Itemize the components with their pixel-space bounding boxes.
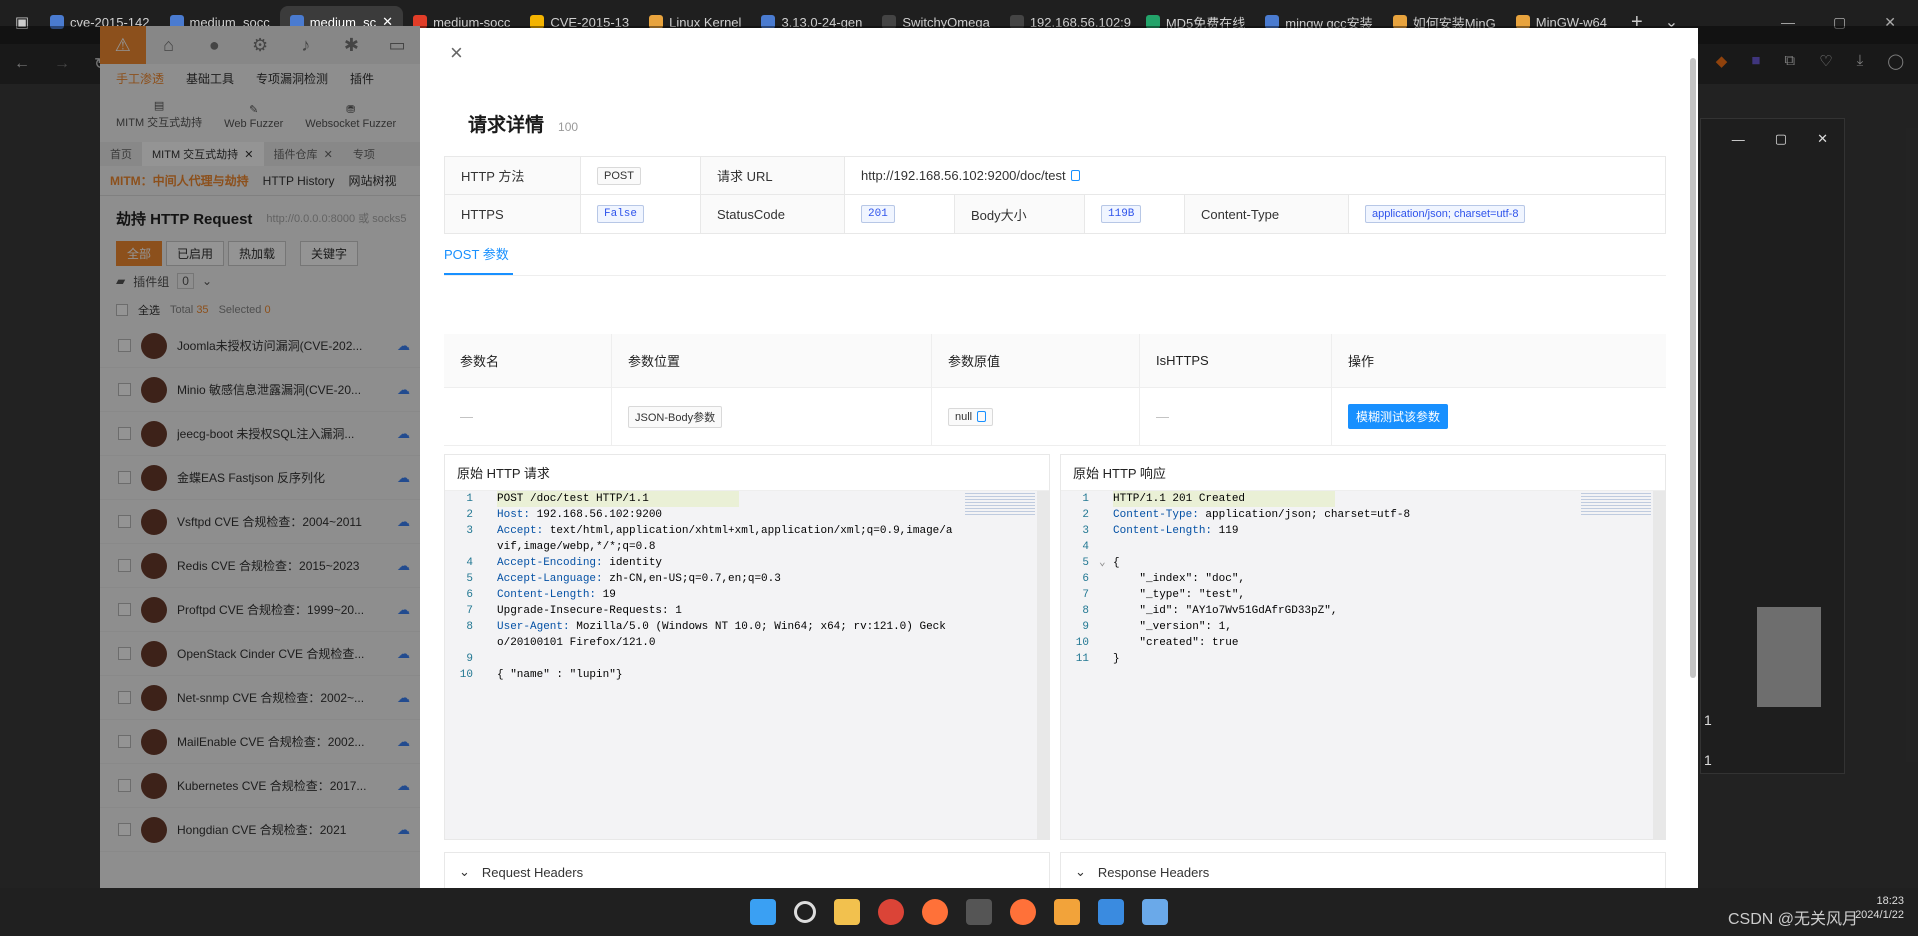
code-line: 9 "_version": 1, <box>1082 621 1232 633</box>
code-line: 8 "_id": "AY1o7Wv51GdAfrGD33pZ", <box>1082 605 1338 617</box>
params-header: 参数名 参数位置 参数原值 IsHTTPS 操作 <box>444 334 1666 388</box>
label-url: 请求 URL <box>701 157 845 194</box>
raw-request-title: 原始 HTTP 请求 <box>445 455 1049 491</box>
label-body-size: Body大小 <box>955 195 1085 233</box>
raw-response-panel: 原始 HTTP 响应 1 HTTP/1.1 201 Created 2 Content… <box>1060 454 1666 840</box>
code-line: 7 Upgrade-Insecure-Requests: 1 <box>466 605 682 617</box>
param-is-https: — <box>1156 409 1169 424</box>
content-type-tag: application/json; charset=utf-8 <box>1365 205 1526 223</box>
remote-desktop-icon[interactable] <box>1142 899 1168 925</box>
chevron-down-icon: ⌄ <box>459 864 470 879</box>
watermark: CSDN @无关风月 <box>1727 911 1858 928</box>
code-line: 5 Accept-Language: zh-CN,en-US;q=0.7,en;q… <box>466 573 781 585</box>
param-name: — <box>460 409 473 424</box>
yakit-icon[interactable] <box>1054 899 1080 925</box>
background-value: 1 <box>1704 752 1712 768</box>
request-id: 100 <box>558 120 579 134</box>
windows-start-icon[interactable] <box>750 899 776 925</box>
params-row: — JSON-Body参数 null — 模糊测试该参数 <box>444 388 1666 446</box>
code-line: 4 Accept-Encoding: identity <box>466 557 663 569</box>
maximize-icon[interactable]: ▢ <box>1775 131 1787 147</box>
label-method: HTTP 方法 <box>445 157 581 194</box>
label-content-type: Content-Type <box>1185 195 1349 233</box>
raw-response-title: 原始 HTTP 响应 <box>1061 455 1665 491</box>
tab-post-params[interactable]: POST 参数 <box>444 244 513 275</box>
modal-scrollbar[interactable] <box>1690 58 1696 678</box>
code-line: 11} <box>1075 653 1120 665</box>
status-tag: 201 <box>861 205 895 223</box>
method-tag: POST <box>597 166 641 185</box>
close-icon[interactable]: × <box>450 40 463 66</box>
code-line: 2 Host: 192.168.56.102:9200 <box>466 509 663 521</box>
code-line: 6 "_index": "doc", <box>1082 573 1246 585</box>
code-line: 2 Content-Type: application/json; charset… <box>1082 509 1411 521</box>
https-tag: False <box>597 205 645 223</box>
minimize-icon[interactable]: — <box>1732 132 1745 147</box>
code-line: 4 <box>1082 541 1089 553</box>
chevron-down-icon: ⌄ <box>1075 864 1086 879</box>
param-position-tag: JSON-Body参数 <box>628 405 723 428</box>
modal-title: 请求详情 100 <box>468 110 578 137</box>
params-tabs: POST 参数 <box>444 238 1666 276</box>
request-url: http://192.168.56.102:9200/doc/test <box>861 168 1066 183</box>
file-explorer-icon[interactable] <box>834 899 860 925</box>
code-line: 7 "_type": "test", <box>1082 589 1246 601</box>
raw-response-editor[interactable]: 1 HTTP/1.1 201 Created 2 Content-Type: appl… <box>1061 491 1665 839</box>
editor-scrollbar[interactable] <box>1653 491 1665 839</box>
request-info-table: HTTP 方法 POST 请求 URL http://192.168.56.10… <box>444 156 1666 234</box>
fold-icon: ⌄ <box>1099 557 1106 569</box>
background-panel <box>1757 607 1821 707</box>
request-detail-modal: × 请求详情 100 HTTP 方法 POST 请求 URL http://19… <box>420 28 1698 888</box>
raw-request-panel: 原始 HTTP 请求 1 POST /doc/test HTTP/1.1 2 Host… <box>444 454 1050 840</box>
notepad-icon[interactable] <box>1098 899 1124 925</box>
label-https: HTTPS <box>445 195 581 233</box>
close-window-icon[interactable]: ✕ <box>1817 131 1828 147</box>
code-line: 3 Accept: text/html,application/xhtml+xml… <box>466 525 953 553</box>
params-table: 参数名 参数位置 参数原值 IsHTTPS 操作 — JSON-Body参数 n… <box>444 334 1666 446</box>
code-line: 3 Content-Length: 119 <box>1082 525 1239 537</box>
code-line: 8 User-Agent: Mozilla/5.0 (Windows NT 10.… <box>466 621 946 649</box>
firefox-icon[interactable] <box>922 899 948 925</box>
clock-date: 2024/1/22 <box>1855 909 1904 921</box>
copy-icon[interactable] <box>1070 170 1080 181</box>
background-window: — ▢ ✕ <box>1700 118 1845 774</box>
code-line: 10{ "name" : "lupin"} <box>459 669 623 681</box>
editor-minimap[interactable] <box>965 493 1035 517</box>
code-line: 10 "created": true <box>1075 637 1239 649</box>
search-icon[interactable] <box>794 901 816 923</box>
code-line: 1 HTTP/1.1 201 Created <box>1061 491 1665 507</box>
code-line: 6 Content-Length: 19 <box>466 589 616 601</box>
code-line: 9 <box>466 653 473 665</box>
editor-minimap[interactable] <box>1581 493 1651 517</box>
fuzz-param-button[interactable]: 模糊测试该参数 <box>1348 404 1449 429</box>
copy-icon[interactable] <box>977 411 987 423</box>
firefox-icon[interactable] <box>1010 899 1036 925</box>
request-headers-collapse[interactable]: ⌄ Request Headers <box>444 852 1050 888</box>
chrome-icon[interactable] <box>878 899 904 925</box>
editor-scrollbar[interactable] <box>1037 491 1049 839</box>
modal-title-text: 请求详情 <box>468 115 545 136</box>
raw-request-editor[interactable]: 1 POST /doc/test HTTP/1.1 2 Host: 192.168.5… <box>445 491 1049 839</box>
response-headers-collapse[interactable]: ⌄ Response Headers <box>1060 852 1666 888</box>
label-status: StatusCode <box>701 195 845 233</box>
param-value-tag: null <box>948 407 994 426</box>
terminal-icon[interactable] <box>966 899 992 925</box>
system-tray: 18:23 2024/1/22 <box>1855 894 1904 922</box>
body-size-tag: 119B <box>1101 205 1142 223</box>
background-value: 1 <box>1704 712 1712 728</box>
windows-taskbar <box>0 888 1918 936</box>
code-line: 5 ⌄{ <box>1082 557 1120 569</box>
code-line: 1 POST /doc/test HTTP/1.1 <box>445 491 1049 507</box>
clock-time: 18:23 <box>1876 895 1904 907</box>
